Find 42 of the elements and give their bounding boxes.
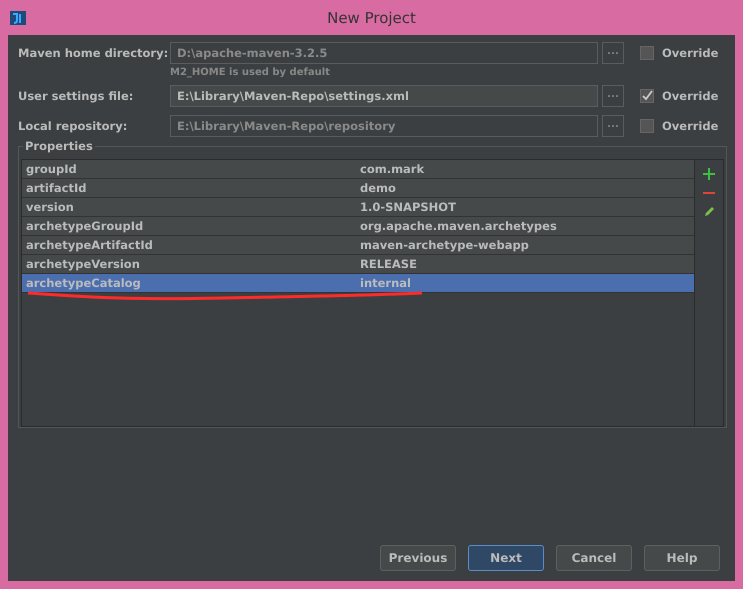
table-row[interactable]: groupId com.mark (22, 160, 694, 179)
hint-text: M2_HOME is used by default (170, 67, 331, 78)
dialog-button[interactable]: Next (468, 545, 544, 571)
edit-icon[interactable] (703, 206, 715, 218)
browse-button[interactable] (602, 85, 624, 107)
dialog-button[interactable]: Cancel (556, 545, 632, 571)
table-row[interactable]: version 1.0-SNAPSHOT (22, 198, 694, 217)
table-cell: internal (360, 276, 411, 290)
table-cell-text: groupId (25, 162, 78, 176)
table-cell-text: archetypeVersion (25, 257, 141, 271)
table-cell-text: version (25, 200, 75, 214)
table-cell: org.apache.maven.archetypes (360, 219, 557, 233)
table-row[interactable]: archetypeCatalog internal (22, 274, 694, 293)
table-cell: maven-archetype-webapp (360, 238, 529, 252)
table-row[interactable]: artifactId demo (22, 179, 694, 198)
table-row[interactable]: archetypeGroupId org.apache.maven.archetypes (22, 217, 694, 236)
table-cell-text: artifactId (25, 181, 88, 195)
field-label: Local repository: (18, 119, 128, 133)
browse-button[interactable] (602, 42, 624, 64)
table-cell-text: archetypeArtifactId (25, 238, 154, 252)
table-cell-text: archetypeGroupId (25, 219, 144, 233)
browse-button[interactable] (602, 115, 624, 137)
checkbox[interactable] (640, 89, 654, 103)
field-label: Maven home directory: (18, 46, 170, 60)
table-cell: demo (360, 181, 396, 195)
checkbox-label: Override (662, 89, 718, 103)
field-label: User settings file: (18, 89, 134, 103)
checkbox-label: Override (662, 119, 718, 133)
table-cell-text: archetypeCatalog (25, 276, 142, 290)
add-icon[interactable] (703, 168, 715, 180)
checkbox-label: Override (662, 46, 718, 60)
table-cell: com.mark (360, 162, 424, 176)
window-title: New Project (326, 8, 417, 26)
table-row[interactable]: archetypeVersion RELEASE (22, 255, 694, 274)
input-field[interactable]: E:\Library\Maven-Repo\settings.xml (170, 85, 598, 107)
dialog-button[interactable]: Previous (380, 545, 456, 571)
dialog-button[interactable]: Help (644, 545, 720, 571)
table-row[interactable]: archetypeArtifactId maven-archetype-webapp (22, 236, 694, 255)
group-title: Properties (23, 139, 95, 153)
app-logo-icon (10, 10, 26, 24)
table-cell: RELEASE (360, 257, 417, 271)
table-cell: 1.0-SNAPSHOT (360, 200, 456, 214)
